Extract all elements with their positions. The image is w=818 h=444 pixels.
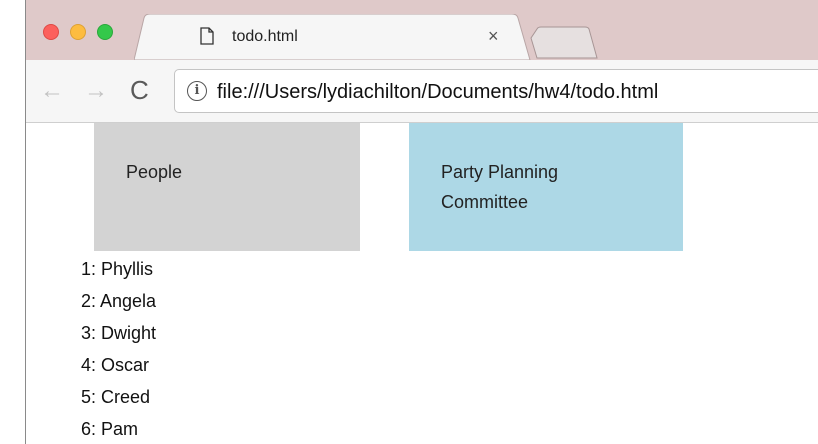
party-planning-box-label: Party Planning Committee xyxy=(441,162,559,212)
maximize-window-button[interactable] xyxy=(97,24,113,40)
background-window-edge xyxy=(0,0,26,444)
minimize-window-button[interactable] xyxy=(70,24,86,40)
people-box-label: People xyxy=(126,162,183,182)
tab-close-button[interactable]: × xyxy=(488,26,499,46)
browser-toolbar: ← → C i file:///Users/lydiachilton/Docum… xyxy=(26,60,818,123)
list-item: 5: Creed xyxy=(81,387,151,407)
list-item: 6: Pam xyxy=(81,419,139,439)
people-box[interactable]: People xyxy=(94,123,360,251)
back-arrow-icon[interactable]: ← xyxy=(40,79,64,103)
list-item: 3: Dwight xyxy=(81,323,157,343)
list-item: 4: Oscar xyxy=(81,355,150,375)
new-tab-button[interactable] xyxy=(529,26,599,60)
people-list: 1: Phyllis 2: Angela 3: Dwight 4: Oscar … xyxy=(81,256,156,444)
tab-todo[interactable]: todo.html × xyxy=(134,14,534,60)
forward-arrow-icon[interactable]: → xyxy=(84,79,108,103)
address-bar[interactable]: i file:///Users/lydiachilton/Documents/h… xyxy=(174,69,818,113)
party-planning-box[interactable]: Party Planning Committee xyxy=(409,123,683,251)
reload-icon[interactable]: C xyxy=(130,77,149,103)
list-item: 1: Phyllis xyxy=(81,259,154,279)
page-content: People Party Planning Committee 1: Phyll… xyxy=(26,123,818,444)
tab-title: todo.html xyxy=(232,28,298,45)
close-window-button[interactable] xyxy=(43,24,59,40)
url-text[interactable]: file:///Users/lydiachilton/Documents/hw4… xyxy=(217,80,658,104)
tab-shape xyxy=(134,14,531,60)
list-item: 2: Angela xyxy=(81,291,157,311)
browser-window: todo.html × ← → C i file:///Users/lydiac… xyxy=(0,0,818,444)
info-icon[interactable]: i xyxy=(187,81,207,101)
title-bar: todo.html × xyxy=(26,0,818,60)
